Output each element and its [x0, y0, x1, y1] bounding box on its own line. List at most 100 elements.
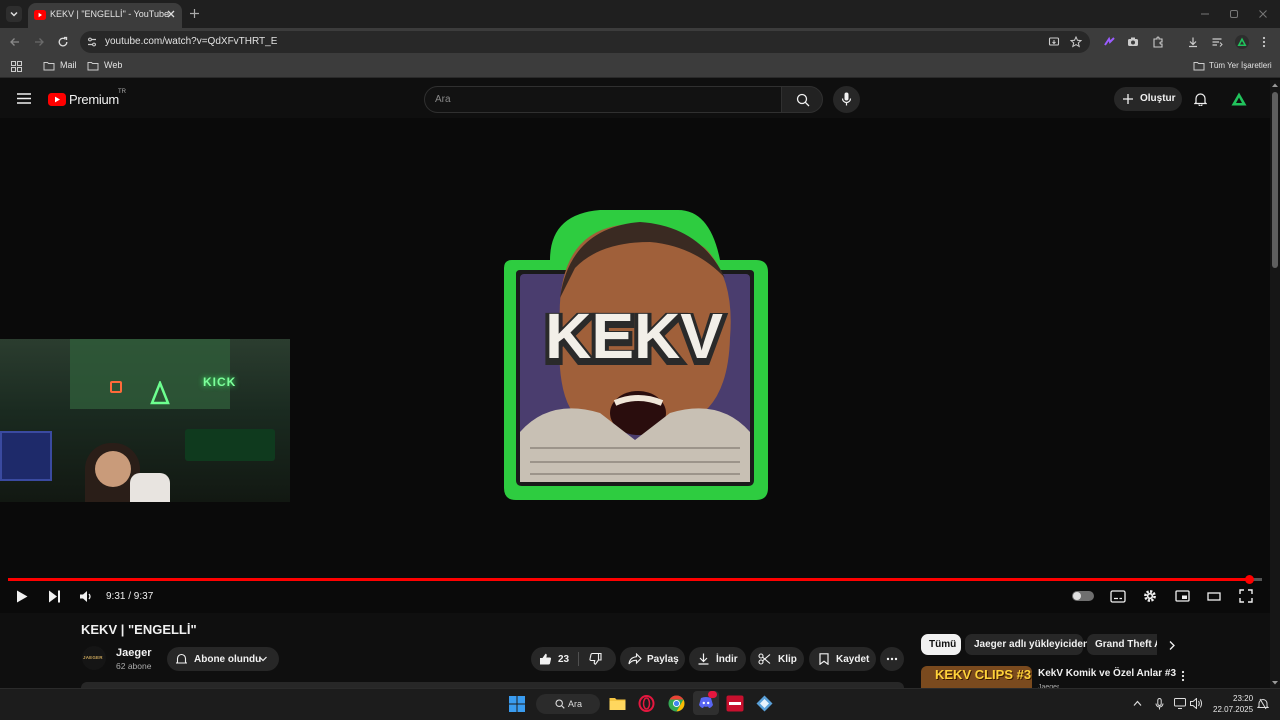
clip-button[interactable]: Klip — [750, 647, 804, 671]
all-bookmarks[interactable]: Tüm Yer İşaretleri — [1193, 60, 1273, 73]
folder-icon — [43, 62, 55, 71]
reading-list-icon[interactable] — [1211, 36, 1223, 48]
tray-microphone-icon[interactable] — [1155, 698, 1164, 710]
subtitles-icon[interactable] — [1110, 590, 1126, 603]
extensions-puzzle-icon[interactable] — [1152, 36, 1164, 48]
taskbar-search-label: Ara — [568, 699, 583, 709]
recommendation-thumbnail[interactable]: KEKV CLIPS #3 — [921, 666, 1032, 688]
discord-taskbar-button[interactable] — [693, 691, 719, 715]
download-label: İndir — [716, 654, 738, 665]
channel-name[interactable]: Jaeger — [116, 647, 151, 659]
file-explorer-icon[interactable] — [609, 696, 626, 711]
chevron-down-icon — [10, 11, 18, 17]
extension-purple-icon[interactable] — [1103, 36, 1116, 48]
close-tab-icon[interactable] — [166, 9, 176, 19]
windows-start-icon[interactable] — [509, 696, 525, 712]
notification-center-icon[interactable] — [1257, 698, 1269, 710]
speaker-icon[interactable] — [1190, 698, 1203, 709]
maximize-icon[interactable] — [1229, 9, 1239, 19]
tray-chevron-up-icon[interactable] — [1133, 700, 1142, 707]
clock-date[interactable]: 22.07.2025 — [1213, 705, 1253, 714]
clock-time[interactable]: 23:20 — [1233, 694, 1253, 703]
camera-extension-icon[interactable] — [1127, 36, 1139, 48]
site-info-icon[interactable] — [86, 36, 98, 48]
apps-grid-icon[interactable] — [11, 61, 22, 72]
bookmark-label: Mail — [60, 60, 77, 70]
chrome-icon[interactable] — [668, 695, 685, 712]
reload-icon[interactable] — [57, 36, 69, 48]
next-video-icon[interactable] — [48, 590, 61, 603]
bookmark-label: Web — [104, 60, 123, 70]
youtube-logo-icon — [48, 93, 66, 106]
notifications-bell-icon[interactable] — [1194, 92, 1207, 106]
chip-from-uploader[interactable]: Jaeger adlı yükleyiciden — [965, 634, 1089, 655]
profile-avatar[interactable] — [1235, 35, 1249, 49]
webcam-overlay: KICK — [0, 339, 290, 502]
play-icon[interactable] — [16, 590, 28, 603]
miniplayer-icon[interactable] — [1175, 590, 1190, 602]
channel-avatar[interactable]: JAEGER — [82, 646, 106, 670]
subscribed-button[interactable]: Abone olundu — [167, 647, 279, 671]
video-player[interactable]: KEKV KEKV KICK — [0, 118, 1270, 613]
dislike-button[interactable] — [579, 647, 616, 671]
autoplay-toggle[interactable] — [1072, 591, 1094, 601]
downloads-icon[interactable] — [1187, 36, 1199, 48]
scroll-down-icon[interactable] — [1271, 680, 1279, 686]
clip-label: Klip — [778, 654, 797, 665]
autoplay-knob — [1073, 592, 1081, 600]
hamburger-menu-icon[interactable] — [17, 93, 31, 104]
browser-menu-icon[interactable] — [1261, 36, 1267, 48]
channel-avatar-text: JAEGER — [83, 655, 103, 660]
more-vertical-icon[interactable] — [1181, 670, 1185, 682]
search-input[interactable]: Ara — [424, 86, 782, 113]
time-display: 9:31 / 9:37 — [106, 591, 154, 602]
logo-text: Premium — [69, 92, 119, 107]
app-globe-icon[interactable] — [756, 695, 773, 712]
chevron-right-icon[interactable] — [1168, 640, 1176, 651]
like-button[interactable]: 23 — [531, 647, 578, 671]
volume-icon[interactable] — [79, 590, 93, 603]
save-button[interactable]: Kaydet — [809, 647, 876, 671]
youtube-premium-logo[interactable]: Premium TR — [48, 89, 128, 108]
voice-search-button[interactable] — [833, 86, 860, 113]
url-text: youtube.com/watch?v=QdXFvTHRT_E — [105, 36, 278, 47]
forward-icon[interactable] — [33, 36, 45, 48]
download-button[interactable]: İndir — [689, 647, 746, 671]
bookmarks-bar — [0, 56, 1280, 78]
create-button[interactable]: Oluştur — [1114, 87, 1182, 111]
opera-gx-icon[interactable] — [638, 695, 655, 712]
network-icon[interactable] — [1174, 698, 1186, 709]
chip-label: Tümü — [929, 639, 957, 650]
like-dislike-group: 23 — [531, 647, 616, 671]
bookmark-star-icon[interactable] — [1070, 36, 1082, 48]
subscribed-label: Abone olundu — [194, 654, 262, 665]
theater-mode-icon[interactable] — [1207, 592, 1221, 601]
recommendation-title[interactable]: KekV Komik ve Özel Anlar #3 — [1038, 668, 1176, 679]
settings-gear-icon[interactable] — [1143, 589, 1157, 603]
browser-tab-active[interactable]: KEKV | "ENGELLİ" - YouTube — [28, 3, 182, 28]
folder-icon — [1193, 62, 1205, 71]
new-tab-icon[interactable] — [189, 8, 200, 19]
tab-search-button[interactable] — [6, 6, 22, 22]
save-label: Kaydet — [836, 654, 870, 665]
install-app-icon[interactable] — [1048, 36, 1060, 48]
app-red-tile-icon[interactable] — [726, 695, 744, 712]
bookmark-label: Tüm Yer İşaretleri — [1209, 61, 1272, 70]
scrollbar-thumb[interactable] — [1272, 92, 1278, 268]
more-actions-button[interactable] — [880, 647, 904, 671]
account-avatar-icon[interactable] — [1231, 92, 1247, 106]
fullscreen-icon[interactable] — [1239, 589, 1253, 603]
scroll-up-icon[interactable] — [1271, 82, 1279, 88]
share-button[interactable]: Paylaş — [620, 647, 685, 671]
minimize-icon[interactable] — [1200, 9, 1210, 19]
search-button[interactable] — [781, 86, 823, 113]
progress-scrubber[interactable] — [1245, 575, 1254, 584]
folder-icon — [87, 62, 99, 71]
chip-all[interactable]: Tümü — [921, 634, 961, 655]
microphone-icon — [841, 92, 852, 106]
address-bar[interactable]: youtube.com/watch?v=QdXFvTHRT_E — [80, 31, 1090, 53]
close-window-icon[interactable] — [1258, 9, 1268, 19]
back-icon[interactable] — [9, 36, 21, 48]
chip-gta[interactable]: Grand Theft A — [1087, 634, 1157, 655]
taskbar-search[interactable]: Ara — [536, 694, 600, 714]
